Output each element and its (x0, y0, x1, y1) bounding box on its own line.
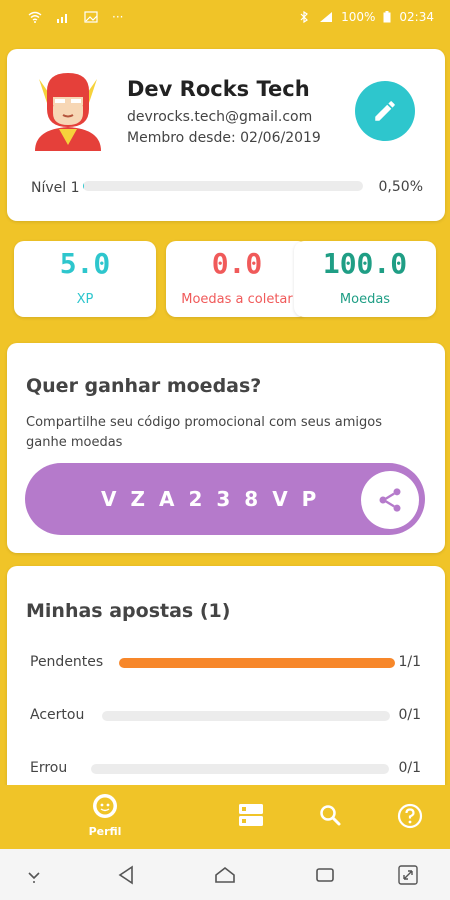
stat-value: 5.0 (59, 247, 111, 280)
hide-keyboard-icon[interactable] (22, 863, 46, 887)
profile-email: devrocks.tech@gmail.com (127, 109, 313, 125)
help-icon (397, 803, 423, 829)
bet-count: 0/1 (398, 760, 421, 776)
stat-card-xp: 5.0 XP (14, 241, 156, 317)
search-icon (320, 805, 341, 826)
battery-icon (383, 11, 391, 23)
level-label: Nível 1 (31, 180, 80, 196)
stat-value: 100.0 (322, 247, 408, 280)
stat-value: 0.0 (211, 247, 263, 280)
more-notifications-icon: ··· (112, 10, 124, 24)
face-icon (93, 794, 117, 818)
bet-count: 1/1 (398, 654, 421, 670)
profile-card: Dev Rocks Tech devrocks.tech@gmail.com M… (7, 49, 445, 221)
stat-label: Moedas (339, 292, 391, 307)
bottom-tab-bar: Perfil (0, 785, 450, 849)
signal-icon (57, 14, 67, 23)
tab-profile[interactable]: Perfil (85, 793, 125, 838)
invite-title: Quer ganhar moedas? (26, 375, 262, 397)
tab-bets-list[interactable] (238, 803, 264, 831)
level-progress-text: 0,50% (378, 179, 423, 195)
home-icon[interactable] (213, 863, 237, 887)
wifi-signal-icon (320, 12, 333, 22)
share-icon (379, 488, 401, 512)
bluetooth-icon (300, 11, 309, 23)
member-since: Membro desde: 02/06/2019 (127, 130, 321, 146)
level-progress-fill (83, 181, 85, 191)
pencil-icon (375, 101, 395, 121)
bet-row-correct: Acertou 0/1 (7, 707, 445, 727)
avatar (35, 73, 101, 151)
tab-help[interactable] (397, 803, 423, 833)
wifi-icon (28, 11, 42, 23)
bet-row-wrong: Errou 0/1 (7, 760, 445, 780)
recent-apps-icon[interactable] (313, 863, 337, 887)
stat-card-coins-to-collect: 0.0 Moedas a coletar (166, 241, 308, 317)
bet-progress-bar (102, 711, 390, 721)
promo-code: VZA238VP (101, 487, 331, 511)
invite-card: Quer ganhar moedas? Compartilhe seu códi… (7, 343, 445, 553)
stat-label: Moedas a coletar (181, 292, 293, 307)
bet-count: 0/1 (398, 707, 421, 723)
tab-search[interactable] (318, 803, 342, 831)
fullscreen-icon[interactable] (396, 863, 420, 887)
share-button[interactable] (361, 471, 419, 529)
promo-code-pill[interactable]: VZA238VP (25, 463, 425, 535)
bet-label: Acertou (30, 707, 85, 723)
bet-progress-fill (119, 658, 395, 668)
battery-percent: 100% (341, 10, 376, 24)
image-notification-icon (84, 11, 98, 23)
list-icon (239, 804, 263, 826)
bet-label: Errou (30, 760, 68, 776)
stat-card-coins: 100.0 Moedas (294, 241, 436, 317)
level-progress-bar (83, 181, 363, 191)
tab-label: Perfil (88, 825, 122, 838)
status-bar: ··· 100% 02:34 (0, 0, 450, 34)
bets-card: Minhas apostas (1) Pendentes 1/1 Acertou… (7, 566, 445, 796)
invite-description: Compartilhe seu código promocional com s… (26, 415, 382, 450)
bet-row-pending: Pendentes 1/1 (7, 654, 445, 674)
system-navigation-bar (0, 849, 450, 900)
bet-progress-bar (91, 764, 389, 774)
bets-title: Minhas apostas (1) (26, 600, 231, 622)
clock: 02:34 (399, 10, 434, 24)
back-icon[interactable] (114, 863, 138, 887)
edit-profile-button[interactable] (355, 81, 415, 141)
profile-name: Dev Rocks Tech (127, 77, 310, 101)
stat-label: XP (76, 292, 94, 307)
bet-progress-bar (119, 658, 395, 668)
bet-label: Pendentes (30, 654, 104, 670)
